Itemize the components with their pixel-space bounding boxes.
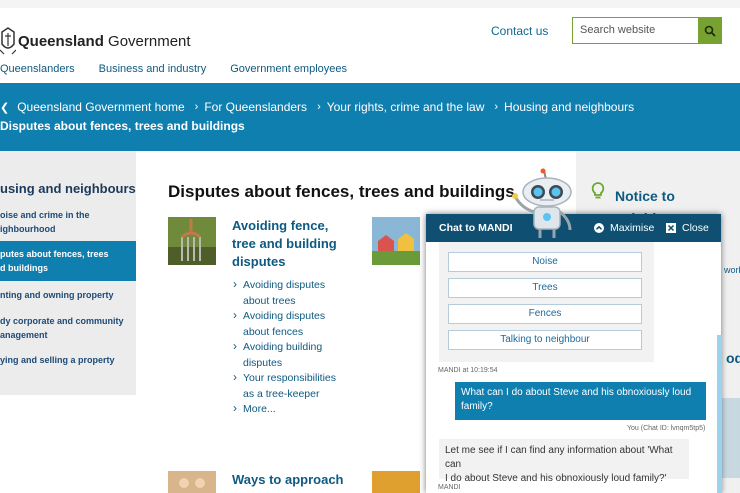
card-title-avoiding-disputes[interactable]: Avoiding fence, tree and building disput… <box>232 217 342 271</box>
right-column-heading[interactable]: od <box>726 350 740 366</box>
card-title-ways-to-approach[interactable]: Ways to approach <box>232 471 372 489</box>
houses-image[interactable] <box>372 217 420 265</box>
chat-options: Noise Trees Fences Talking to neighbour <box>439 242 654 362</box>
crest-icon <box>0 27 16 55</box>
right-column-link[interactable]: work <box>724 265 740 275</box>
link-avoiding-fences[interactable]: Avoiding disputesabout fences <box>232 308 347 340</box>
sidebar-title[interactable]: using and neighbours <box>0 181 136 196</box>
option-talking-to-neighbour[interactable]: Talking to neighbour <box>448 330 642 350</box>
breadcrumb-item-queenslanders[interactable]: For Queenslanders <box>204 100 307 114</box>
search-icon <box>704 25 716 37</box>
site-header: Queensland Government Contact us Search … <box>0 8 740 83</box>
chat-title: Chat to MANDI <box>439 222 513 234</box>
message-meta: MANDI at 10:19:54 <box>438 367 498 374</box>
people-image[interactable] <box>168 471 216 493</box>
option-fences[interactable]: Fences <box>448 304 642 324</box>
breadcrumb-item-rights[interactable]: Your rights, crime and the law <box>327 100 485 114</box>
link-tree-keeper[interactable]: Your responsibilitiesas a tree-keeper <box>232 370 347 402</box>
sidebar-item-body-corporate[interactable]: dy corporate and community anagement <box>0 314 136 342</box>
link-more[interactable]: More... <box>232 401 347 418</box>
nav-item-business[interactable]: Business and industry <box>99 63 207 75</box>
chat-window: Chat to MANDI Maximise Close Noise Trees… <box>426 214 721 493</box>
sidebar: using and neighbours oise and crime in t… <box>0 151 136 395</box>
contact-us-link[interactable]: Contact us <box>491 24 548 38</box>
chat-body: Noise Trees Fences Talking to neighbour … <box>426 242 721 493</box>
top-strip <box>0 0 740 8</box>
mandi-robot-avatar <box>512 168 572 238</box>
sidebar-item-noise[interactable]: oise and crime in the ighbourhood <box>0 208 136 236</box>
card-links: Avoiding disputesabout trees Avoiding di… <box>232 277 347 418</box>
sidebar-item-renting[interactable]: nting and owning property <box>0 288 136 302</box>
message-meta: You (Chat ID: lvnqm5tp5) <box>627 425 706 432</box>
chevron-right-icon: › <box>494 101 499 113</box>
breadcrumb-current: Disputes about fences, trees and buildin… <box>0 119 245 133</box>
message-meta: MANDI <box>438 484 461 491</box>
search-input[interactable]: Search website <box>572 17 698 44</box>
garden-fork-image[interactable] <box>168 217 216 265</box>
chat-scrollbar[interactable] <box>717 335 722 493</box>
nav-item-employees[interactable]: Government employees <box>230 63 347 75</box>
link-avoiding-trees[interactable]: Avoiding disputesabout trees <box>232 277 347 309</box>
nav-item-queenslanders[interactable]: Queenslanders <box>0 63 75 75</box>
main-nav: Queenslanders Business and industry Gove… <box>0 63 371 75</box>
option-trees[interactable]: Trees <box>448 278 642 298</box>
breadcrumb-item-housing[interactable]: Housing and neighbours <box>504 100 634 114</box>
link-avoiding-building[interactable]: Avoiding buildingdisputes <box>232 339 347 371</box>
right-column-image <box>722 398 740 478</box>
search-button[interactable] <box>698 17 722 44</box>
breadcrumb: ❮ Queensland Government home › For Queen… <box>0 100 634 114</box>
breadcrumb-home-icon: ❮ <box>0 101 10 114</box>
sidebar-item-disputes[interactable]: putes about fences, trees d buildings <box>0 241 136 281</box>
thumbnail-image[interactable] <box>372 471 420 493</box>
maximise-button[interactable]: Maximise <box>594 222 654 234</box>
chevron-right-icon: › <box>317 101 321 113</box>
logo-text: Queensland Government <box>18 32 191 50</box>
page-title: Disputes about fences, trees and buildin… <box>168 182 515 201</box>
user-message: What can I do about Steve and his obnoxi… <box>455 382 706 420</box>
close-icon <box>666 223 676 233</box>
option-noise[interactable]: Noise <box>448 252 642 272</box>
site-logo[interactable]: Queensland Government <box>0 26 191 56</box>
breadcrumb-item-home[interactable]: Queensland Government home <box>17 100 184 114</box>
breadcrumb-band: ❮ Queensland Government home › For Queen… <box>0 83 740 151</box>
close-button[interactable]: Close <box>666 222 709 234</box>
bot-message: Let me see if I can find any information… <box>439 439 689 484</box>
chevron-right-icon: › <box>194 101 199 113</box>
sidebar-item-buying[interactable]: ying and selling a property <box>0 353 136 367</box>
lightbulb-icon <box>591 182 605 199</box>
chevron-up-icon <box>594 223 604 233</box>
